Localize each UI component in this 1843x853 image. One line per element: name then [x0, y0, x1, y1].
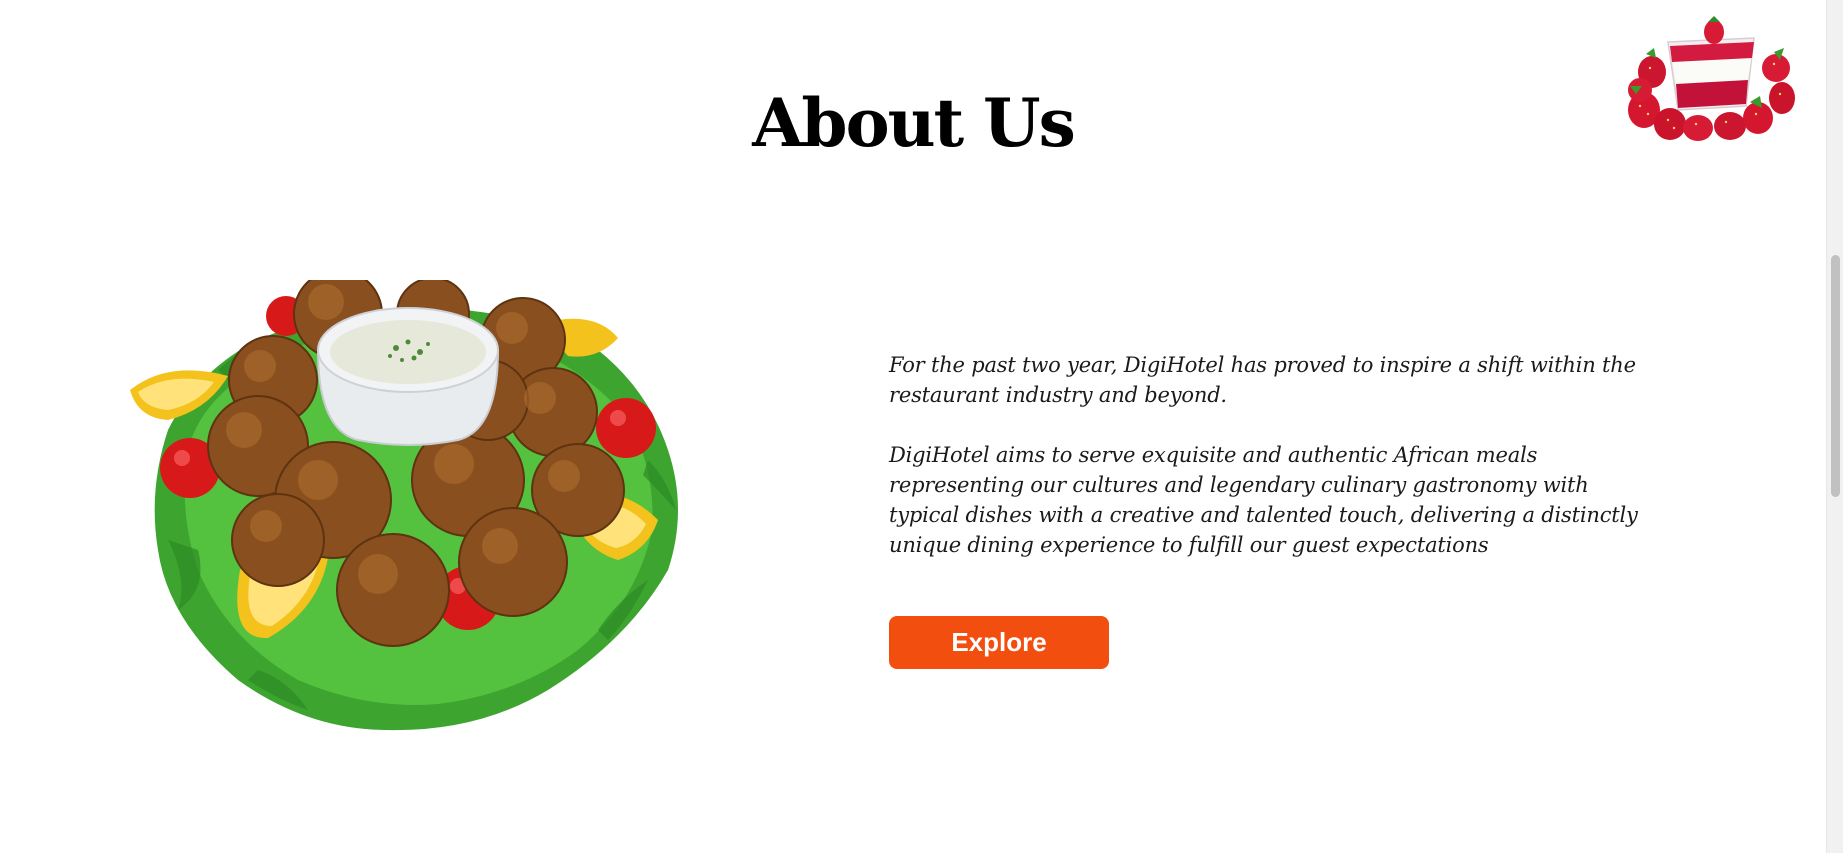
- section-title: About Us: [752, 84, 1076, 162]
- strawberry-dessert-image: [1628, 16, 1795, 141]
- about-section: About Us For the past two year, DigiHote…: [0, 0, 1826, 853]
- vertical-scrollbar[interactable]: [1826, 0, 1843, 853]
- about-content: For the past two year, DigiHotel has pro…: [889, 350, 1639, 560]
- falafel-plate-image: [130, 280, 678, 731]
- about-paragraph-2: DigiHotel aims to serve exquisite and au…: [889, 443, 1638, 557]
- about-paragraph-1: For the past two year, DigiHotel has pro…: [889, 353, 1636, 407]
- explore-button[interactable]: Explore: [889, 616, 1109, 669]
- scrollbar-thumb[interactable]: [1831, 255, 1840, 497]
